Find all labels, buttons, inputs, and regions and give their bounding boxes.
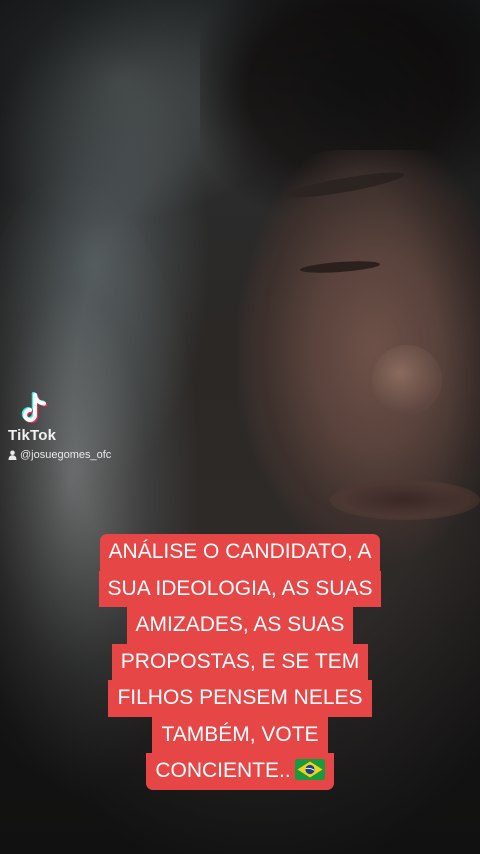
video-frame[interactable]: TikTok @josuegomes_ofc ANÁLISE O CANDIDA… (0, 0, 480, 854)
caption-line: SUA IDEOLOGIA, AS SUAS (98, 570, 382, 607)
person-icon (8, 450, 17, 460)
caption-line: CONCIENTE.. (146, 753, 334, 790)
watermark-username: @josuegomes_ofc (8, 449, 111, 461)
tiktok-logo-icon (21, 392, 48, 423)
caption-line: TAMBÉM, VOTE (152, 716, 328, 753)
caption-line: ANÁLISE O CANDIDATO, A (99, 534, 381, 571)
tiktok-brand-label: TikTok (8, 427, 57, 444)
caption-line: FILHOS PENSEM NELES (108, 680, 372, 717)
caption-box: ANÁLISE O CANDIDATO, A SUA IDEOLOGIA, AS… (0, 534, 480, 790)
brazil-flag-icon (294, 758, 325, 780)
username-text: @josuegomes_ofc (20, 449, 112, 461)
caption-line: PROPOSTAS, E SE TEM (111, 643, 369, 680)
caption-line: AMIZADES, AS SUAS (126, 607, 354, 644)
